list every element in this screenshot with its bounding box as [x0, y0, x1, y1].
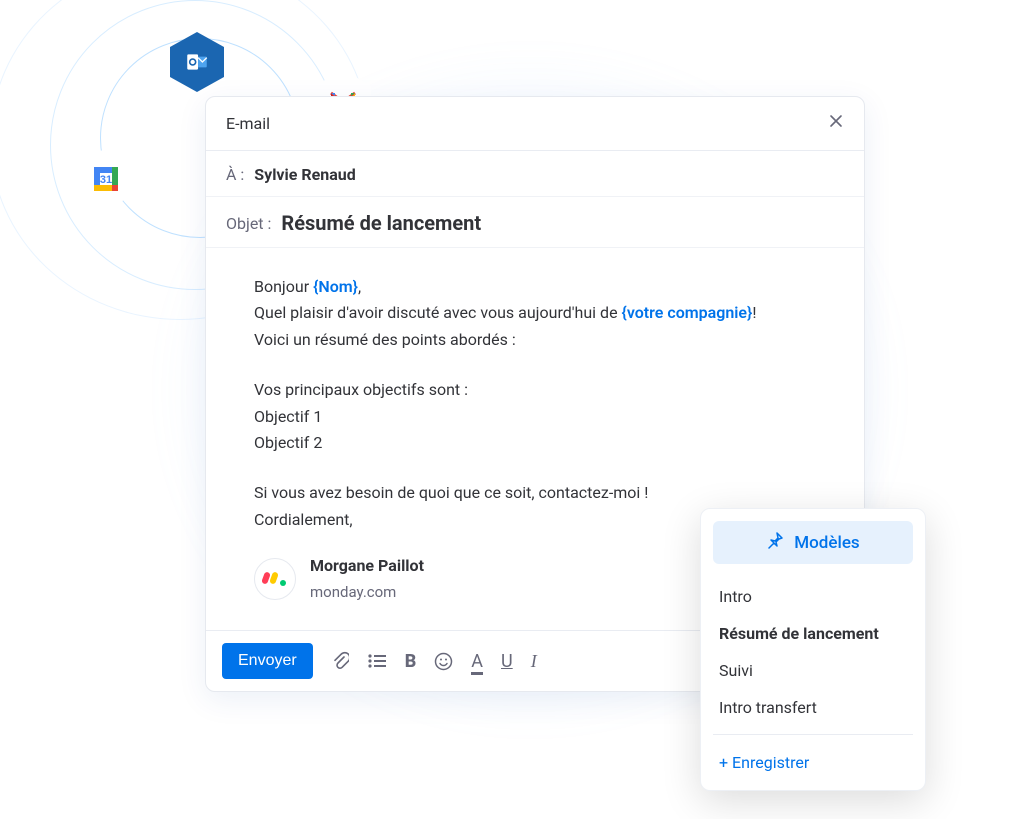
merge-token-name: {Nom} — [313, 277, 358, 296]
divider: + Enregistrer — [713, 734, 913, 776]
templates-panel: Modèles IntroRésumé de lancementSuiviInt… — [700, 508, 926, 791]
templates-list: IntroRésumé de lancementSuiviIntro trans… — [713, 578, 913, 726]
pin-icon — [766, 531, 784, 554]
monday-logo-icon — [254, 558, 296, 600]
attachment-icon[interactable] — [331, 651, 349, 671]
to-label: À : — [226, 165, 244, 184]
compose-title: E-mail — [226, 114, 270, 133]
to-field[interactable]: À : Sylvie Renaud — [206, 151, 864, 197]
subject-label: Objet : — [226, 214, 271, 233]
templates-header[interactable]: Modèles — [713, 521, 913, 564]
body-line: Quel plaisir d'avoir discuté avec vous a… — [254, 300, 824, 326]
template-item[interactable]: Intro — [713, 578, 913, 615]
svg-text:31: 31 — [100, 174, 112, 186]
bold-icon[interactable]: B — [405, 651, 417, 672]
body-line: Bonjour {Nom}, — [254, 274, 824, 300]
compose-header: E-mail — [206, 97, 864, 151]
bullet-list-icon[interactable] — [367, 653, 387, 669]
template-item[interactable]: Résumé de lancement — [713, 615, 913, 652]
subject-field[interactable]: Objet : Résumé de lancement — [206, 197, 864, 248]
subject-value: Résumé de lancement — [281, 211, 481, 235]
text: Quel plaisir d'avoir discuté avec vous a… — [254, 303, 622, 322]
templates-title: Modèles — [794, 533, 859, 553]
template-item[interactable]: Suivi — [713, 652, 913, 689]
to-value: Sylvie Renaud — [254, 165, 355, 184]
save-template-button[interactable]: + Enregistrer — [713, 749, 913, 776]
signature-name: Morgane Paillot — [310, 553, 424, 579]
send-button[interactable]: Envoyer — [222, 643, 313, 679]
body-line: Objectif 1 — [254, 404, 824, 430]
close-icon[interactable] — [828, 113, 844, 134]
body-line: Si vous avez besoin de quoi que ce soit,… — [254, 480, 824, 506]
text: ! — [752, 303, 756, 322]
body-line: Vos principaux objectifs sont : — [254, 377, 824, 403]
italic-icon[interactable]: I — [531, 651, 537, 672]
body-line: Objectif 2 — [254, 430, 824, 456]
underline-icon[interactable]: U — [501, 651, 513, 672]
signature-org: monday.com — [310, 580, 424, 605]
text: , — [358, 277, 361, 296]
emoji-icon[interactable] — [434, 652, 453, 671]
template-item[interactable]: Intro transfert — [713, 689, 913, 726]
text: Bonjour — [254, 277, 313, 296]
body-line: Voici un résumé des points abordés : — [254, 327, 824, 353]
text-color-icon[interactable]: A — [471, 651, 483, 672]
merge-token-company: {votre compagnie} — [622, 303, 753, 322]
